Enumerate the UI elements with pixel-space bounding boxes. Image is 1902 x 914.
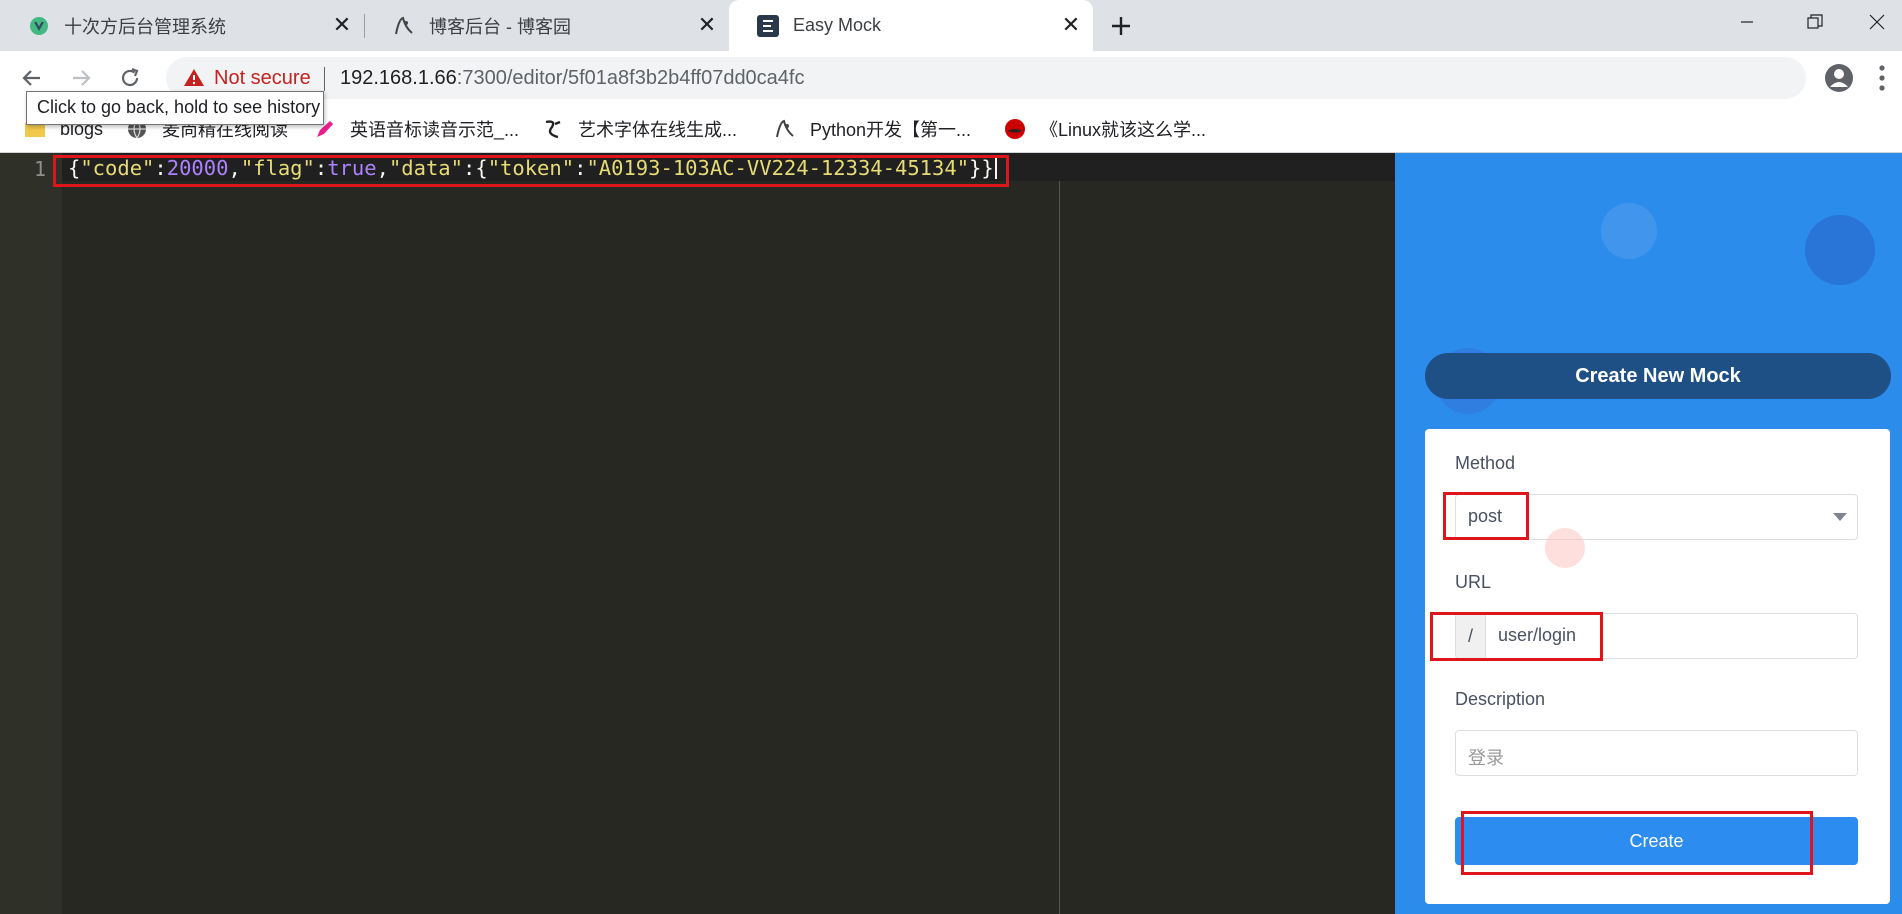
bookmark-label: Python开发【第一... bbox=[810, 120, 972, 140]
method-label: Method bbox=[1455, 453, 1516, 473]
create-highlight-box bbox=[1461, 811, 1813, 875]
tab-cnblogs[interactable]: 博客后台 - 博客园 ✕ bbox=[365, 0, 729, 51]
cnblogs-icon bbox=[776, 119, 794, 138]
address-bar[interactable]: Not secure 192.168.1.66:7300/editor/5f01… bbox=[166, 57, 1806, 99]
minimize-button[interactable] bbox=[1720, 0, 1774, 44]
arrow-left-icon bbox=[22, 70, 40, 86]
decor-bubble bbox=[1601, 203, 1657, 259]
tab-strip: 十次方后台管理系统 ✕ 博客后台 - 博客园 ✕ Easy Mock ✕ bbox=[0, 0, 1902, 51]
code-highlight-box bbox=[53, 155, 1009, 187]
security-status[interactable]: Not secure bbox=[214, 67, 311, 90]
forward-button[interactable] bbox=[64, 61, 98, 95]
back-button[interactable] bbox=[15, 61, 49, 95]
cnblogs-icon bbox=[393, 15, 415, 37]
decor-bubble bbox=[1805, 215, 1875, 285]
bookmark-art-font[interactable]: 艺术字体在线生成... bbox=[542, 115, 737, 143]
bookmark-label: 英语音标读音示范_... bbox=[350, 120, 520, 140]
url-text[interactable]: 192.168.1.66:7300/editor/5f01a8f3b2b4ff0… bbox=[340, 67, 805, 90]
code-editor[interactable]: 1 {"code":20000,"flag":true,"data":{"tok… bbox=[0, 153, 1395, 914]
redhat-icon bbox=[1005, 119, 1025, 139]
new-tab-button[interactable] bbox=[1106, 11, 1136, 41]
caret-down-icon bbox=[1833, 513, 1847, 521]
warning-icon bbox=[184, 69, 204, 86]
editor-gutter: 1 bbox=[0, 153, 62, 914]
close-icon[interactable]: ✕ bbox=[695, 12, 719, 37]
close-icon[interactable]: ✕ bbox=[330, 12, 354, 37]
url-host: 192.168.1.66 bbox=[340, 67, 457, 89]
tab-title: Easy Mock bbox=[793, 15, 882, 35]
calligraphy-icon bbox=[545, 120, 561, 139]
url-highlight-box bbox=[1430, 612, 1603, 661]
profile-avatar-icon[interactable] bbox=[1823, 62, 1855, 94]
vue-icon bbox=[28, 15, 50, 37]
bookmark-linux[interactable]: 《Linux就该这么学... bbox=[1004, 115, 1206, 143]
description-input[interactable] bbox=[1455, 730, 1858, 776]
tab-title: 十次方后台管理系统 bbox=[64, 16, 226, 37]
print-margin bbox=[1059, 181, 1060, 914]
bookmark-phonetics[interactable]: 英语音标读音示范_... bbox=[314, 115, 519, 143]
url-path: :7300/editor/5f01a8f3b2b4ff07dd0ca4fc bbox=[456, 67, 805, 89]
menu-kebab-icon[interactable] bbox=[1878, 64, 1886, 92]
bookmark-python[interactable]: Python开发【第一... bbox=[774, 115, 971, 143]
line-number: 1 bbox=[33, 157, 46, 181]
tab-easy-mock[interactable]: Easy Mock ✕ bbox=[729, 0, 1093, 51]
arrow-right-icon bbox=[73, 70, 91, 86]
omnibox-separator bbox=[324, 67, 325, 91]
window-close-button[interactable] bbox=[1850, 0, 1902, 44]
restore-button[interactable] bbox=[1788, 0, 1842, 44]
create-new-mock-header: Create New Mock bbox=[1425, 353, 1891, 399]
bookmark-label: 艺术字体在线生成... bbox=[578, 120, 738, 140]
tab-shicifang[interactable]: 十次方后台管理系统 ✕ bbox=[0, 0, 364, 51]
bookmark-label: 《Linux就该这么学... bbox=[1040, 120, 1207, 140]
easy-mock-icon bbox=[757, 14, 779, 37]
url-label: URL bbox=[1455, 572, 1492, 592]
tab-title: 博客后台 - 博客园 bbox=[429, 16, 571, 37]
decor-bubble bbox=[1545, 528, 1585, 568]
back-button-tooltip: Click to go back, hold to see history bbox=[26, 91, 324, 125]
reload-button[interactable] bbox=[113, 61, 147, 95]
method-highlight-box bbox=[1443, 492, 1529, 540]
close-icon[interactable]: ✕ bbox=[1059, 12, 1083, 37]
description-label: Description bbox=[1455, 689, 1546, 709]
reload-icon bbox=[121, 67, 139, 87]
